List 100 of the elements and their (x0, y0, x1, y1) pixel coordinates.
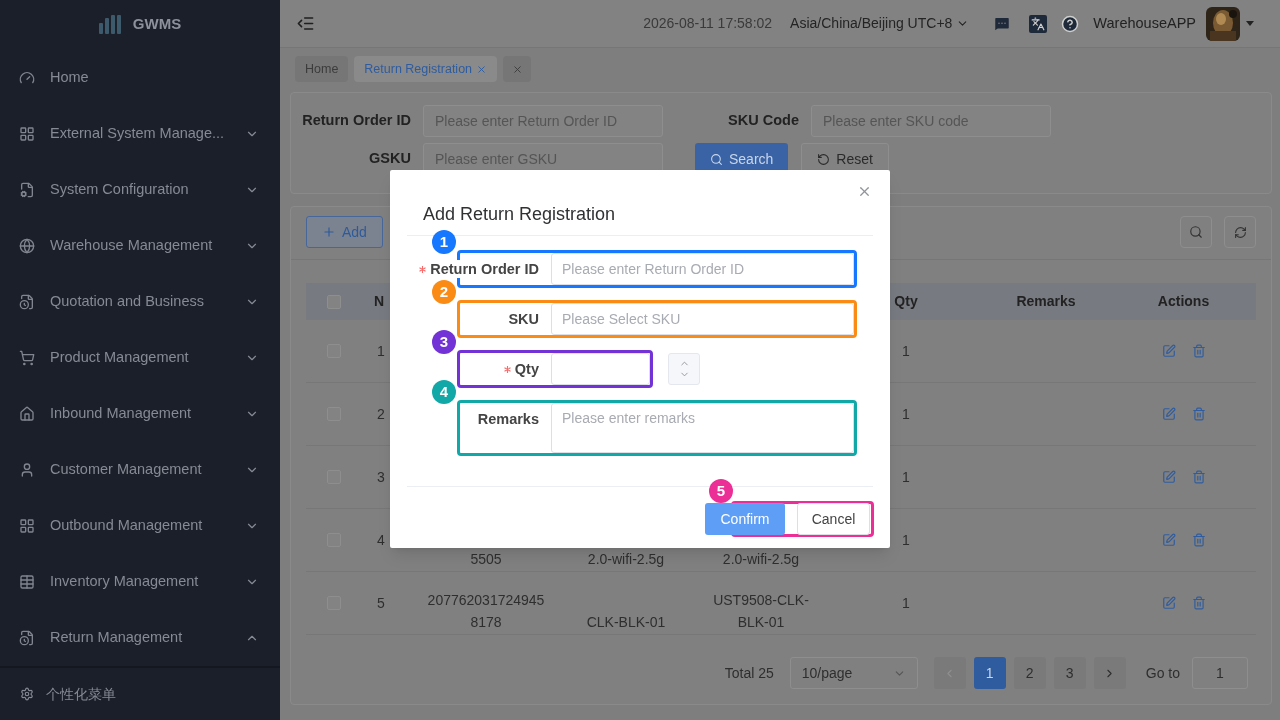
number-badge: 3 (432, 330, 456, 354)
table-cell-text: 3 (377, 467, 385, 487)
search-icon (1189, 225, 1203, 239)
sidebar-item[interactable]: Inbound Management (0, 386, 280, 442)
edit-icon[interactable] (1161, 533, 1176, 547)
page-button[interactable]: 2 (1013, 657, 1046, 689)
sidebar-item[interactable]: Quotation and Business (0, 274, 280, 330)
search-icon (710, 152, 723, 166)
table-cell-text: 1 (902, 593, 910, 613)
table-icon (19, 574, 35, 590)
field-label: Return Order ID (301, 111, 412, 131)
grid-icon (19, 518, 35, 534)
close-icon (511, 63, 523, 75)
table-cell-text: CLK-BLK-01 (586, 613, 666, 632)
document-gear-icon (19, 182, 35, 198)
collapse-menu-icon[interactable] (296, 14, 315, 33)
cancel-button[interactable]: Cancel (797, 503, 870, 535)
timezone-dropdown[interactable]: Asia/China/Beijing UTC+8 (790, 13, 970, 34)
refresh-icon (1233, 225, 1247, 239)
edit-icon[interactable] (1161, 344, 1176, 358)
datetime-text: 2026-08-11 17:58:02 (643, 14, 773, 33)
delete-icon[interactable] (1191, 596, 1206, 610)
number-badge: 4 (432, 380, 456, 404)
settings-icon (20, 687, 34, 701)
column-header: N (374, 293, 385, 309)
close-tabs-button[interactable] (503, 56, 532, 82)
sidebar-item[interactable]: Product Management (0, 330, 280, 386)
sidebar-item[interactable]: Customer Management (0, 442, 280, 498)
logo-icon (98, 14, 121, 34)
table-cell-text: 2.0-wifi-2.5g (722, 550, 800, 569)
user-icon (19, 462, 35, 478)
table-cell-text: 1 (902, 341, 910, 361)
column-header: Qty (894, 292, 918, 311)
page-tab[interactable]: Home (295, 56, 349, 82)
dialog-title: Add Return Registration (423, 204, 616, 224)
logo-text: GWMS (132, 13, 182, 34)
table-cell-text: 4 (377, 530, 385, 550)
table-cell-text: 1 (902, 467, 910, 487)
close-button[interactable] (857, 184, 872, 199)
house-icon (19, 406, 35, 422)
close-icon (857, 184, 872, 199)
field-label: SKU Code (727, 111, 800, 131)
table-cell-text: 1 (377, 341, 385, 361)
number-badge: 1 (432, 230, 456, 254)
number-field[interactable] (551, 353, 650, 385)
caret-icon[interactable] (1246, 21, 1254, 26)
table-cell-text: 1 (902, 530, 910, 550)
close-icon[interactable] (476, 63, 488, 75)
sidebar-item[interactable]: External System Manage... (0, 106, 280, 162)
text-field[interactable]: Please enter Return Order ID (551, 253, 854, 285)
gauge-icon (19, 70, 35, 86)
sidebar-item[interactable]: System Configuration (0, 162, 280, 218)
sidebar-item[interactable]: Warehouse Management (0, 218, 280, 274)
refresh-button[interactable] (1224, 216, 1256, 248)
table-cell-text: 2 (377, 404, 385, 424)
table-cell-text: 5505 (470, 550, 502, 569)
column-header: Remarks (1016, 292, 1076, 311)
custom-menu-link[interactable]: 个性化菜单 (46, 683, 116, 705)
table-cell-text: 1 (902, 404, 910, 424)
reset-icon (817, 152, 831, 166)
delete-icon[interactable] (1191, 533, 1206, 547)
page-button[interactable]: 1 (973, 657, 1006, 689)
user-name[interactable]: WarehouseAPP (1093, 12, 1196, 35)
number-stepper[interactable] (668, 353, 700, 385)
number-badge: 2 (432, 280, 456, 304)
total-count: Total 25 (724, 663, 774, 683)
confirm-button[interactable]: Confirm (705, 503, 785, 535)
sidebar-item[interactable]: Outbound Management (0, 498, 280, 554)
delete-icon[interactable] (1191, 407, 1206, 421)
document-clock-icon (19, 294, 35, 310)
edit-icon[interactable] (1161, 470, 1176, 484)
sidebar-item[interactable]: Return Management (0, 610, 280, 666)
globe-icon (19, 238, 35, 254)
page-input[interactable]: 1 (1192, 657, 1248, 689)
table-cell-text: 2077620317249458178 (426, 591, 546, 632)
help-icon[interactable] (1061, 14, 1080, 33)
next-page-button[interactable] (1093, 657, 1126, 689)
edit-icon[interactable] (1161, 596, 1176, 610)
column-header: Actions (1157, 292, 1210, 311)
table-cell-text: 5 (377, 593, 385, 613)
search-button[interactable] (1180, 216, 1212, 248)
sidebar-item[interactable]: Inventory Management (0, 554, 280, 610)
page-size-select[interactable]: 10/page (789, 657, 918, 689)
plus-icon (322, 225, 336, 239)
text-area[interactable]: Please enter remarks (551, 403, 854, 453)
number-badge: 5 (709, 479, 733, 503)
table-cell-text: 2.0-wifi-2.5g (587, 550, 665, 569)
field-label: Return Order ID (430, 260, 539, 278)
goto-label: Go to (1145, 663, 1180, 683)
cart-icon (19, 350, 35, 366)
edit-icon[interactable] (1161, 407, 1176, 421)
delete-icon[interactable] (1191, 344, 1206, 358)
field-label: GSKU (368, 149, 412, 169)
delete-icon[interactable] (1191, 470, 1206, 484)
grid-icon (19, 126, 35, 142)
translate-icon[interactable] (1029, 14, 1048, 33)
sidebar-item[interactable]: Home (0, 50, 280, 106)
select-field[interactable]: Please Select SKU (551, 303, 854, 335)
table-cell-text: UST9508-CLK-BLK-01 (712, 591, 810, 632)
page-button[interactable]: 3 (1053, 657, 1086, 689)
